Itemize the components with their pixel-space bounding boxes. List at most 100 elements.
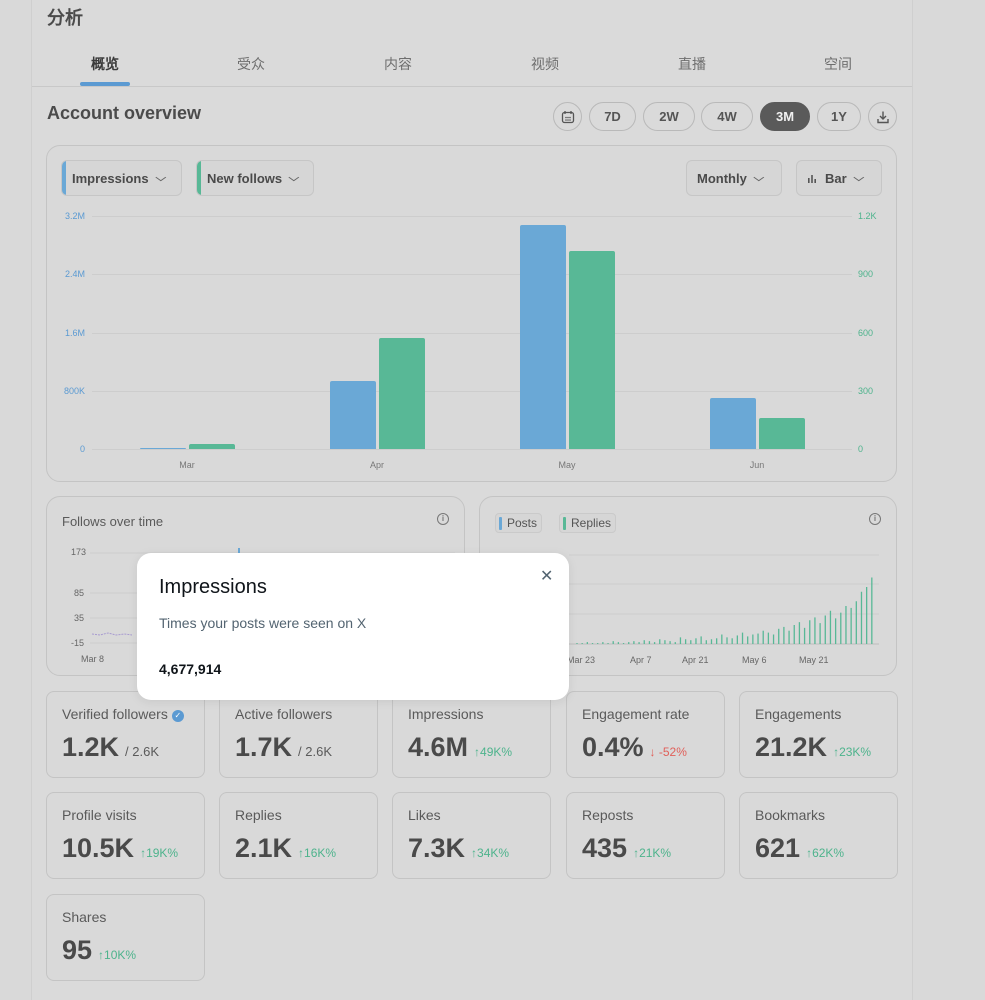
info-icon[interactable]: i bbox=[437, 513, 449, 525]
stat-likes[interactable]: Likes 7.3K ↑34K% bbox=[392, 792, 551, 879]
chart-bar-new-follows[interactable] bbox=[188, 444, 235, 449]
chart-gridline bbox=[92, 274, 852, 276]
stat-change: ↑21K% bbox=[633, 846, 672, 860]
stat-profile-visits[interactable]: Profile visits 10.5K ↑19K% bbox=[46, 792, 205, 879]
stat-value: 1.7K / 2.6K bbox=[235, 732, 332, 763]
posts-x-tick: May 6 bbox=[742, 655, 767, 665]
chart-bar-impressions[interactable] bbox=[519, 224, 566, 449]
stat-label: Verified followers ✓ bbox=[62, 706, 184, 722]
stat-label: Likes bbox=[408, 807, 441, 823]
tooltip-title: Impressions bbox=[159, 576, 267, 598]
stat-change: ↑10K% bbox=[98, 948, 137, 962]
stat-label: Bookmarks bbox=[755, 807, 826, 823]
left-axis-tick: 800K bbox=[63, 385, 85, 396]
chart-type-label: Bar bbox=[825, 170, 847, 186]
chart-bar-new-follows[interactable] bbox=[568, 250, 615, 449]
left-axis-tick: 0 bbox=[79, 444, 85, 454]
stat-impressions[interactable]: Impressions 4.6M ↑49K% bbox=[392, 691, 551, 778]
right-axis-tick: 1.2K bbox=[858, 211, 877, 221]
tab-video[interactable]: 视频 bbox=[531, 54, 559, 74]
stat-shares[interactable]: Shares 95 ↑10K% bbox=[46, 894, 205, 981]
stat-value: 2.1K ↑16K% bbox=[235, 833, 336, 864]
chart-bar-impressions[interactable] bbox=[709, 398, 756, 449]
stat-change: ↓ -52% bbox=[649, 745, 687, 759]
date-picker-button[interactable] bbox=[553, 102, 582, 131]
stat-label: Engagements bbox=[755, 706, 842, 722]
period-label: Monthly bbox=[697, 170, 747, 186]
metric2-label: New follows bbox=[207, 170, 283, 186]
replies-chip-label: Replies bbox=[571, 516, 612, 530]
stat-change: ↑34K% bbox=[471, 846, 510, 860]
posts-chip[interactable]: Posts bbox=[495, 513, 543, 533]
account-overview-title: Account overview bbox=[47, 103, 202, 123]
stat-verified-followers[interactable]: Verified followers ✓ 1.2K / 2.6K bbox=[46, 691, 205, 778]
stat-label-text: Verified followers bbox=[62, 706, 168, 722]
stat-total: / 2.6K bbox=[125, 744, 160, 759]
stat-label: Reposts bbox=[582, 807, 634, 823]
replies-chip[interactable]: Replies bbox=[559, 513, 617, 533]
stat-change: ↑23K% bbox=[833, 745, 872, 759]
stat-engagements[interactable]: Engagements 21.2K ↑23K% bbox=[739, 691, 898, 778]
download-icon bbox=[876, 111, 889, 123]
info-icon[interactable]: i bbox=[869, 513, 881, 525]
range-2w-button[interactable]: 2W bbox=[643, 102, 695, 131]
chevron-down-icon: ⌵ bbox=[288, 172, 300, 184]
stat-label: Engagement rate bbox=[582, 706, 690, 722]
metric1-dropdown[interactable]: Impressions ⌵ bbox=[61, 160, 182, 196]
chart-bar-impressions[interactable] bbox=[139, 447, 186, 449]
posts-x-tick: Mar 23 bbox=[567, 655, 596, 665]
stat-replies[interactable]: Replies 2.1K ↑16K% bbox=[219, 792, 378, 879]
tab-overview[interactable]: 概览 bbox=[91, 54, 119, 74]
tab-spaces[interactable]: 空间 bbox=[824, 54, 852, 74]
chart-gridline bbox=[92, 390, 852, 392]
stat-value-text: 10.5K bbox=[62, 833, 135, 863]
chart-bar-new-follows[interactable] bbox=[378, 338, 425, 449]
stat-value: 95 ↑10K% bbox=[62, 935, 136, 966]
chart-type-dropdown[interactable]: Bar ⌵ bbox=[796, 160, 882, 196]
chart-gridline bbox=[92, 332, 852, 334]
range-1y-button[interactable]: 1Y bbox=[817, 102, 861, 131]
stat-reposts[interactable]: Reposts 435 ↑21K% bbox=[566, 792, 725, 879]
stat-value: 621 ↑62K% bbox=[755, 833, 844, 864]
impressions-tooltip: Impressions Times your posts were seen o… bbox=[137, 553, 569, 700]
stat-value-text: 7.3K bbox=[408, 833, 466, 863]
stat-change: ↑16K% bbox=[298, 846, 337, 860]
tooltip-value: 4,677,914 bbox=[159, 661, 222, 677]
follows-y-tick: -15 bbox=[71, 638, 85, 648]
stat-value: 21.2K ↑23K% bbox=[755, 732, 871, 763]
stat-change: ↑62K% bbox=[806, 846, 845, 860]
stat-engagement-rate[interactable]: Engagement rate 0.4% ↓ -52% bbox=[566, 691, 725, 778]
range-4w-button[interactable]: 4W bbox=[701, 102, 753, 131]
metric2-dropdown[interactable]: New follows ⌵ bbox=[196, 160, 314, 196]
stat-label: Shares bbox=[62, 909, 107, 925]
x-axis-tick: Apr bbox=[369, 460, 385, 470]
close-icon[interactable]: ✕ bbox=[540, 566, 553, 586]
period-dropdown[interactable]: Monthly ⌵ bbox=[686, 160, 782, 196]
follows-y-tick: 173 bbox=[71, 547, 87, 557]
tab-content[interactable]: 内容 bbox=[384, 54, 412, 74]
stat-active-followers[interactable]: Active followers 1.7K / 2.6K bbox=[219, 691, 378, 778]
left-axis-tick: 1.6M bbox=[64, 327, 85, 338]
left-axis-tick: 3.2M bbox=[64, 211, 85, 221]
posts-replies-mini-chart bbox=[569, 554, 879, 645]
bar-chart-icon bbox=[808, 175, 816, 183]
stat-label: Impressions bbox=[408, 706, 484, 722]
range-3m-button[interactable]: 3M bbox=[760, 102, 810, 131]
chart-gridline bbox=[92, 216, 852, 217]
tab-live[interactable]: 直播 bbox=[678, 54, 706, 74]
follows-over-time-title: Follows over time bbox=[62, 514, 164, 529]
active-tab-indicator bbox=[80, 82, 130, 86]
stat-label: Profile visits bbox=[62, 807, 137, 823]
stat-bookmarks[interactable]: Bookmarks 621 ↑62K% bbox=[739, 792, 898, 879]
chart-bar-new-follows[interactable] bbox=[758, 417, 805, 449]
chart-bar-impressions[interactable] bbox=[329, 381, 376, 449]
download-button[interactable] bbox=[868, 102, 897, 131]
stat-value: 7.3K ↑34K% bbox=[408, 833, 509, 864]
left-axis-tick: 2.4M bbox=[64, 269, 85, 280]
range-7d-button[interactable]: 7D bbox=[589, 102, 636, 131]
follows-y-tick: 35 bbox=[74, 613, 85, 623]
tab-audience[interactable]: 受众 bbox=[237, 54, 265, 74]
stat-change: ↑49K% bbox=[474, 745, 513, 759]
follows-x-tick: Mar 8 bbox=[81, 654, 105, 664]
stat-value: 0.4% ↓ -52% bbox=[582, 732, 687, 763]
